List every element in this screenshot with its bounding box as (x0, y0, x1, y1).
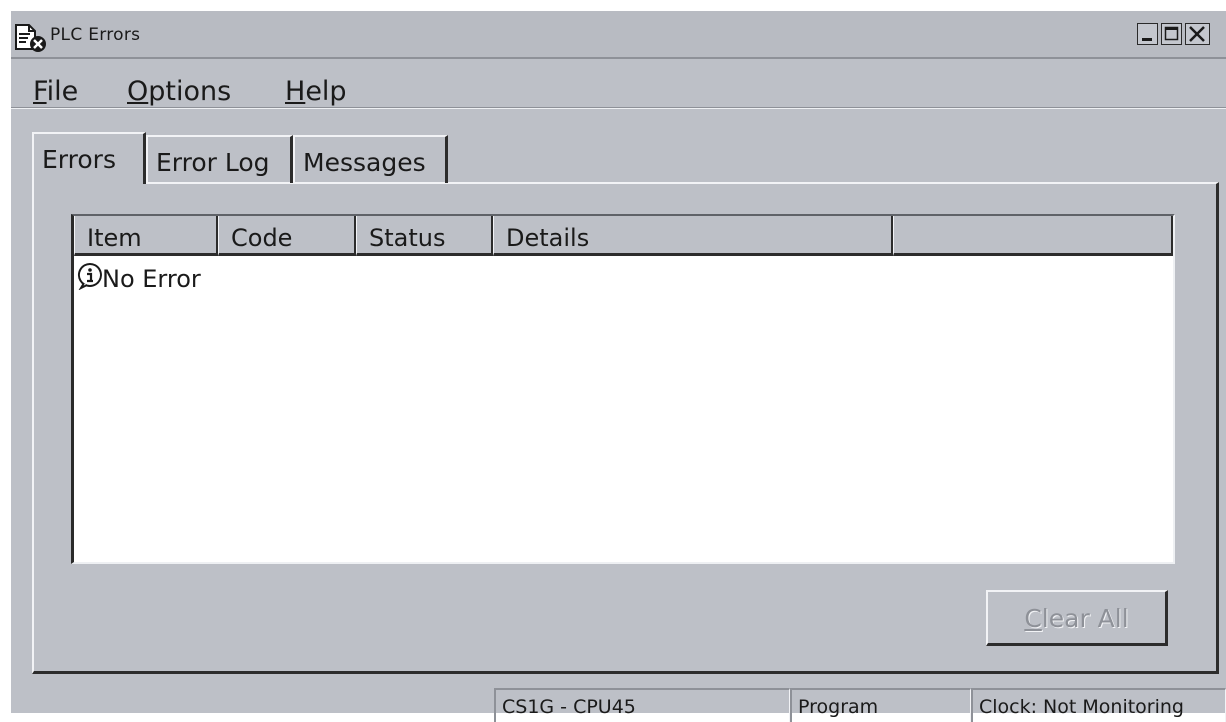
list-item-label: No Error (102, 265, 201, 293)
document-error-icon (15, 24, 46, 52)
menu-bar: File Options Help (11, 61, 1226, 109)
tab-errors[interactable]: Errors (32, 132, 146, 184)
menu-options[interactable]: Options (127, 76, 231, 107)
tab-error-log[interactable]: Error Log (146, 135, 293, 183)
title-bar: PLC Errors (11, 11, 1226, 59)
maximize-button[interactable] (1161, 23, 1182, 45)
status-clock: Clock: Not Monitoring (971, 688, 1226, 722)
close-icon (1189, 26, 1205, 42)
minimize-icon (1142, 38, 1152, 41)
errors-list[interactable]: Item Code Status Details No Error (71, 214, 1175, 564)
close-button[interactable] (1185, 23, 1210, 45)
menu-file[interactable]: File (33, 76, 78, 107)
column-header-code[interactable]: Code (218, 216, 356, 256)
status-model: CS1G - CPU45 (494, 688, 790, 722)
column-header-details[interactable]: Details (493, 216, 893, 256)
maximize-icon (1164, 26, 1179, 41)
plc-errors-window: PLC Errors File Options Help Errors Erro… (11, 11, 1226, 722)
minimize-button[interactable] (1137, 23, 1158, 45)
info-icon (77, 263, 102, 290)
menu-help[interactable]: Help (285, 76, 347, 107)
menu-separator (11, 107, 1226, 109)
column-header-status[interactable]: Status (356, 216, 493, 256)
status-mode: Program (790, 688, 971, 722)
column-header-item[interactable]: Item (74, 216, 218, 256)
column-header-blank[interactable] (893, 216, 1173, 256)
tab-messages[interactable]: Messages (293, 135, 448, 183)
window-title: PLC Errors (50, 25, 141, 45)
clear-all-button[interactable]: Clear All (986, 590, 1168, 646)
